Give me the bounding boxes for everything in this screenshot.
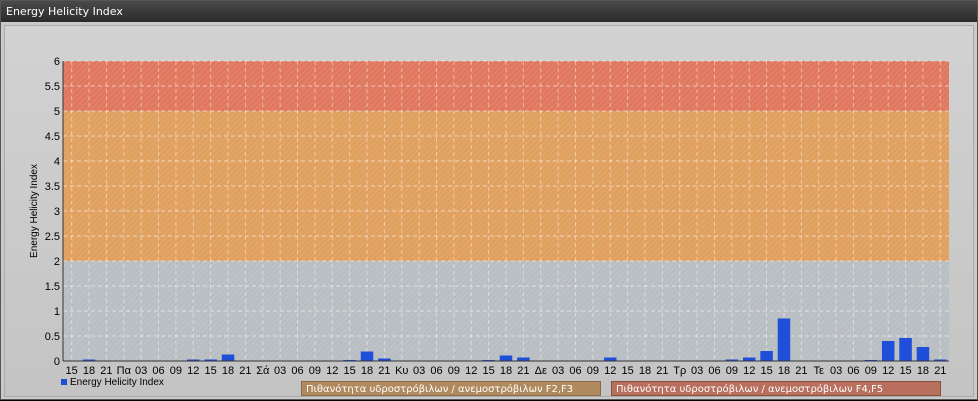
x-tick-label: 21	[795, 365, 807, 377]
x-tick-label: 18	[361, 365, 373, 377]
y-tick-label: 0	[54, 356, 60, 368]
y-tick-label: 5.5	[45, 81, 60, 93]
x-tick-label: 06	[430, 365, 442, 377]
x-tick-label: 18	[222, 365, 234, 377]
legend-swatch	[61, 379, 67, 385]
x-tick-label: Τε	[813, 365, 824, 377]
x-tick-label: 06	[708, 365, 720, 377]
x-tick-label: Κυ	[395, 365, 408, 377]
x-tick-label: 03	[413, 365, 425, 377]
x-tick-label: 15	[621, 365, 633, 377]
legend-band-f2f3: Πιθανότητα υδροστρόβιλων / ανεμοστρόβιλω…	[301, 381, 601, 396]
y-tick-label: 3	[54, 206, 60, 218]
x-tick-label: 21	[100, 365, 112, 377]
x-tick-label: 21	[934, 365, 946, 377]
bar	[499, 355, 513, 361]
x-tick-label: 21	[378, 365, 390, 377]
x-tick-label: 12	[465, 365, 477, 377]
x-tick-label: Πα	[117, 365, 132, 377]
y-tick-label: 2.5	[45, 231, 60, 243]
x-tick-label: 12	[743, 365, 755, 377]
x-tick-label: 06	[569, 365, 581, 377]
x-tick-label: 09	[865, 365, 877, 377]
x-tick-label: 06	[152, 365, 164, 377]
y-tick-label: 2	[54, 256, 60, 268]
bar	[881, 341, 895, 361]
bar	[916, 347, 930, 361]
x-tick-label: 06	[291, 365, 303, 377]
x-tick-label: 15	[344, 365, 356, 377]
x-tick-label: Τρ	[673, 365, 686, 377]
x-tick-label: 06	[847, 365, 859, 377]
chart-window: Energy Helicity Index 0 0.5 1 1.5 2 2.5 3 3.5 4 4…	[0, 0, 978, 400]
bar	[899, 338, 912, 361]
legend-band-f4f5: Πιθανότητα υδροστρόβιλων / ανεμοστρόβιλω…	[611, 381, 941, 396]
bar	[360, 351, 374, 361]
x-tick-label: 12	[326, 365, 338, 377]
x-tick-label: 09	[170, 365, 182, 377]
x-tick-label: 15	[899, 365, 911, 377]
legend-label: Energy Helicity Index	[70, 377, 164, 388]
x-tick-label: 09	[726, 365, 738, 377]
x-tick-label: 03	[274, 365, 286, 377]
x-tick-label: 03	[830, 365, 842, 377]
x-tick-label: 21	[239, 365, 251, 377]
x-tick-label: 18	[778, 365, 790, 377]
x-tick-label: 15	[760, 365, 772, 377]
x-tick-label: 15	[66, 365, 78, 377]
y-tick-label: 1.5	[45, 281, 60, 293]
x-tick-label: 18	[639, 365, 651, 377]
bar	[777, 318, 791, 361]
x-tick-label: 09	[448, 365, 460, 377]
x-tick-label: 12	[882, 365, 894, 377]
x-tick-label: 18	[83, 365, 95, 377]
y-tick-label: 4.5	[45, 131, 60, 143]
y-tick-label: 5	[54, 106, 60, 118]
x-tick-label: 03	[135, 365, 147, 377]
bar	[221, 354, 235, 361]
bar	[603, 357, 617, 361]
x-tick-label: 21	[656, 365, 668, 377]
x-tick-label: Δε	[535, 365, 547, 377]
y-axis-label: Energy Helicity Index	[29, 164, 40, 258]
x-tick-label: 18	[917, 365, 929, 377]
y-tick-label: 3.5	[45, 181, 60, 193]
x-tick-label: 03	[691, 365, 703, 377]
x-tick-label: 21	[517, 365, 529, 377]
x-tick-label: 12	[604, 365, 616, 377]
x-tick-label: 03	[552, 365, 564, 377]
y-tick-label: 6	[54, 56, 60, 68]
chart-svg: 00.511.522.533.544.555.5615 18 21 Πα 03 06 09 1…	[29, 56, 949, 388]
bar	[517, 357, 530, 361]
x-tick-label: 15	[205, 365, 217, 377]
x-tick-label: 18	[500, 365, 512, 377]
bar	[742, 357, 756, 361]
x-tick-label: 09	[309, 365, 321, 377]
x-tick-label: 15	[483, 365, 495, 377]
y-tick-label: 0.5	[45, 331, 60, 343]
x-tick-label: 09	[587, 365, 599, 377]
x-tick-label: 12	[187, 365, 199, 377]
x-tick-label: Σά	[256, 365, 270, 377]
y-tick-label: 1	[54, 306, 60, 318]
bar	[760, 351, 773, 361]
y-tick-label: 4	[54, 156, 60, 168]
